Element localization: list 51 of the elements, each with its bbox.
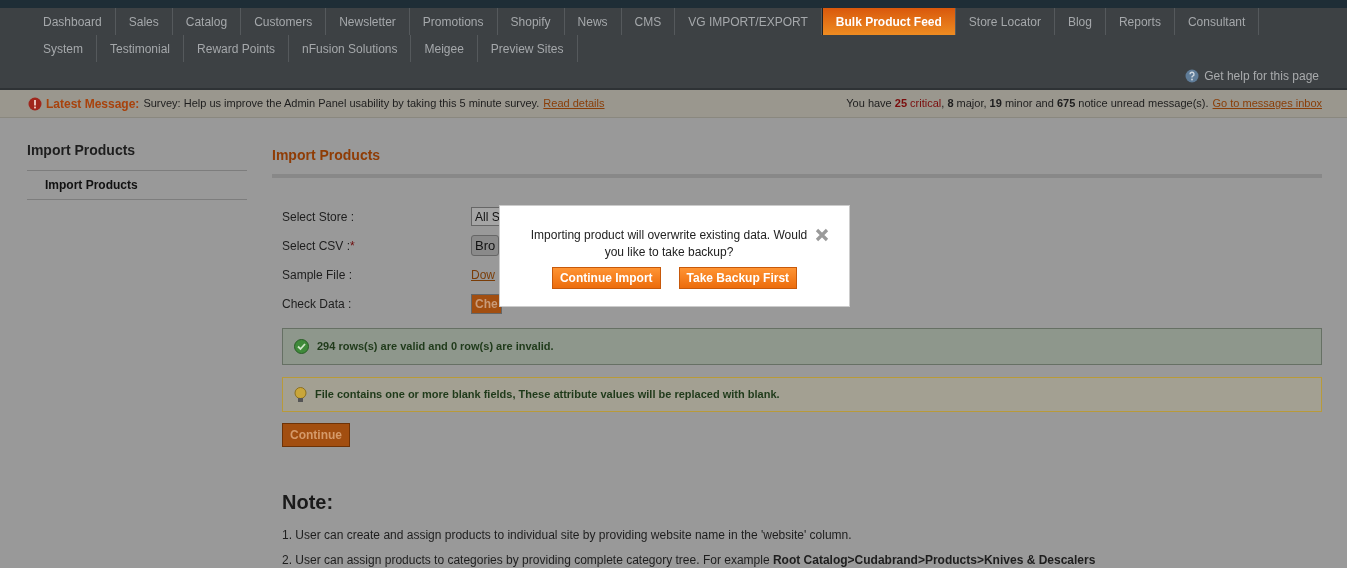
field-label: Select CSV :* xyxy=(282,237,356,255)
nav-tab[interactable]: Promotions xyxy=(409,8,498,35)
nav-tab[interactable]: Preview Sites xyxy=(477,35,578,62)
nav-tab[interactable]: Customers xyxy=(241,8,327,35)
note-heading: Note: xyxy=(282,490,335,515)
nav-tab[interactable]: VG IMPORT/EXPORT xyxy=(675,8,822,35)
note-text: 2. User can assign products to categories by providing complete category tree. For example Root Catalog>Cudabrand>Products>Knives & Descalers xyxy=(282,554,1097,568)
read-details-link[interactable]: Read details xyxy=(543,95,605,112)
nav-tab[interactable]: Catalog xyxy=(172,8,242,35)
message-text: Survey: Help us improve the Admin Panel usability by taking this 5 minute survey. xyxy=(143,96,540,112)
browse-button[interactable]: Bro xyxy=(471,235,500,256)
nav-tab[interactable]: Reports xyxy=(1105,8,1175,35)
nav-tab[interactable]: nFusion Solutions xyxy=(289,35,412,62)
nav-tab[interactable]: Sales xyxy=(115,8,173,35)
nav-tab[interactable]: CMS xyxy=(621,8,676,35)
message-text: 294 rows(s) are valid and 0 row(s) are invalid. xyxy=(317,339,554,355)
page-title: Import Products xyxy=(272,140,1322,178)
note-text: 1. User can create and assign products to individual site by providing website name in the 'website' column. xyxy=(282,529,853,543)
nav-tab[interactable]: Meigee xyxy=(411,35,478,62)
help-icon xyxy=(1185,69,1200,83)
inbox-link[interactable]: Go to messages inbox xyxy=(1212,95,1322,112)
nav-tab[interactable]: Testimonial xyxy=(97,35,185,62)
dialog-message: Importing product will overwrite existing data. Would you like to take backup? xyxy=(529,227,809,261)
nav-tab[interactable]: Newsletter xyxy=(326,8,410,35)
nav-tab[interactable]: Dashboard xyxy=(30,8,116,35)
alert-icon xyxy=(28,96,42,111)
sidebar-title: Import Products xyxy=(27,140,247,171)
message-label: Latest Message: xyxy=(46,95,140,113)
nav-tab[interactable]: Consultant xyxy=(1174,8,1260,35)
dialog-button[interactable]: Continue Import xyxy=(551,267,661,289)
field-label: Check Data : xyxy=(282,295,353,313)
field-label: Select Store : xyxy=(282,208,356,226)
field-label: Sample File : xyxy=(282,266,354,284)
check-button[interactable]: Che xyxy=(471,293,502,314)
sidebar-item[interactable]: Import Products xyxy=(27,171,247,200)
check-icon xyxy=(294,339,309,354)
nav-tab[interactable]: Shopify xyxy=(497,8,565,35)
lightbulb-icon xyxy=(294,386,307,403)
message-summary: You have 25 critical, 8 major, 19 minor and 675 notice unread message(s). xyxy=(846,96,1209,112)
continue-button[interactable]: Continue xyxy=(282,423,350,447)
close-icon[interactable] xyxy=(815,228,829,242)
nav-tab[interactable]: Blog xyxy=(1054,8,1106,35)
help-link[interactable]: Get help for this page xyxy=(1204,67,1319,85)
message-text: File contains one or more blank fields, These attribute values will be replaced with blank. xyxy=(315,387,780,403)
download-link[interactable]: Dow xyxy=(471,265,495,284)
nav-tab[interactable]: Bulk Product Feed xyxy=(821,8,956,35)
nav-tab[interactable]: Store Locator xyxy=(955,8,1055,35)
nav-tab[interactable]: News xyxy=(564,8,622,35)
nav-tab[interactable]: Reward Points xyxy=(184,35,290,62)
nav-tab[interactable]: System xyxy=(30,35,97,62)
dialog-button[interactable]: Take Backup First xyxy=(678,267,798,289)
